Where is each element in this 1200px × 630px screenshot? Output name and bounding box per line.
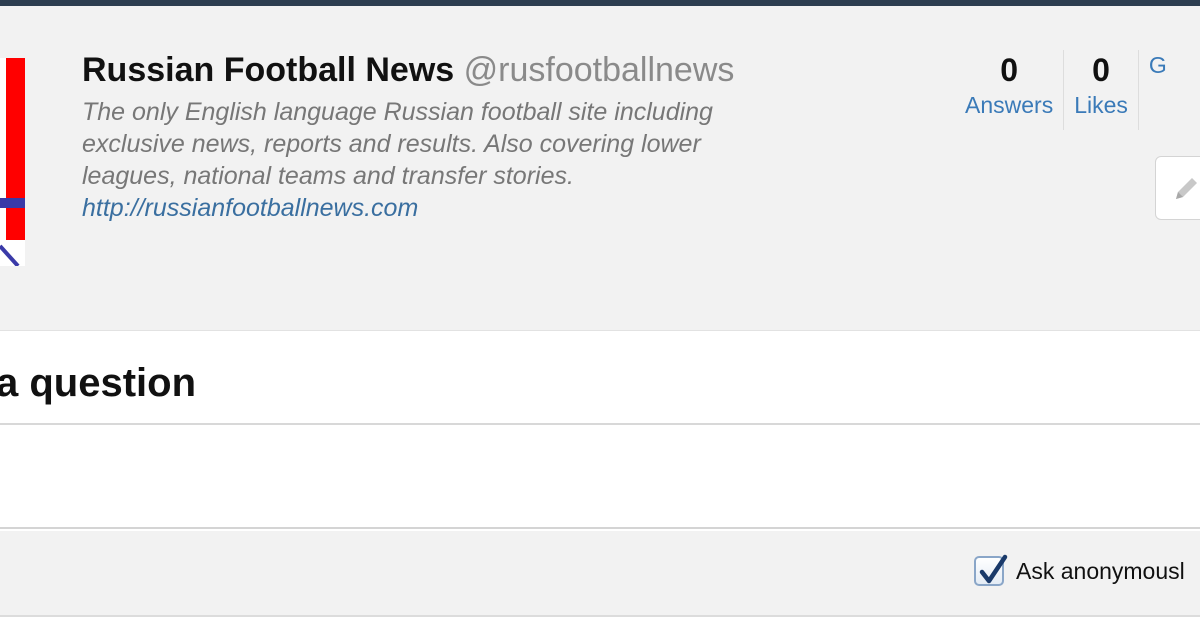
stat-third[interactable]: G bbox=[1139, 50, 1177, 130]
profile-name-line: Russian Football News @rusfootballnews bbox=[82, 50, 802, 90]
username[interactable]: @rusfootballnews bbox=[464, 51, 735, 89]
stat-likes-label[interactable]: Likes bbox=[1074, 90, 1128, 120]
ask-question-footer: Ask anonymousl bbox=[0, 531, 1200, 617]
profile-stats: 0 Answers 0 Likes G bbox=[955, 50, 1177, 130]
edit-profile-button[interactable] bbox=[1155, 156, 1200, 220]
profile-info: Russian Football News @rusfootballnews T… bbox=[82, 50, 802, 224]
profile-bio: The only English language Russian footba… bbox=[82, 98, 713, 190]
ask-anonymously-option[interactable]: Ask anonymousl bbox=[974, 554, 1185, 586]
ask-anonymously-checkbox[interactable] bbox=[974, 554, 1008, 586]
stat-answers-count: 0 bbox=[1000, 52, 1018, 88]
ask-question-title: a question bbox=[0, 361, 197, 405]
profile-website-link[interactable]: http://russianfootballnews.com bbox=[82, 192, 802, 224]
profile-avatar[interactable] bbox=[0, 58, 25, 266]
stat-answers[interactable]: 0 Answers bbox=[955, 50, 1065, 130]
question-input[interactable] bbox=[0, 425, 1200, 529]
stat-likes-count: 0 bbox=[1092, 52, 1110, 88]
ask-question-header: a question bbox=[0, 331, 1200, 425]
ask-anonymously-label[interactable]: Ask anonymousl bbox=[1016, 558, 1185, 585]
stat-third-label[interactable]: G bbox=[1149, 50, 1167, 80]
profile-header: Russian Football News @rusfootballnews T… bbox=[0, 6, 1200, 331]
display-name: Russian Football News bbox=[82, 51, 455, 89]
stat-likes[interactable]: 0 Likes bbox=[1064, 50, 1139, 130]
stat-answers-label[interactable]: Answers bbox=[965, 90, 1053, 120]
